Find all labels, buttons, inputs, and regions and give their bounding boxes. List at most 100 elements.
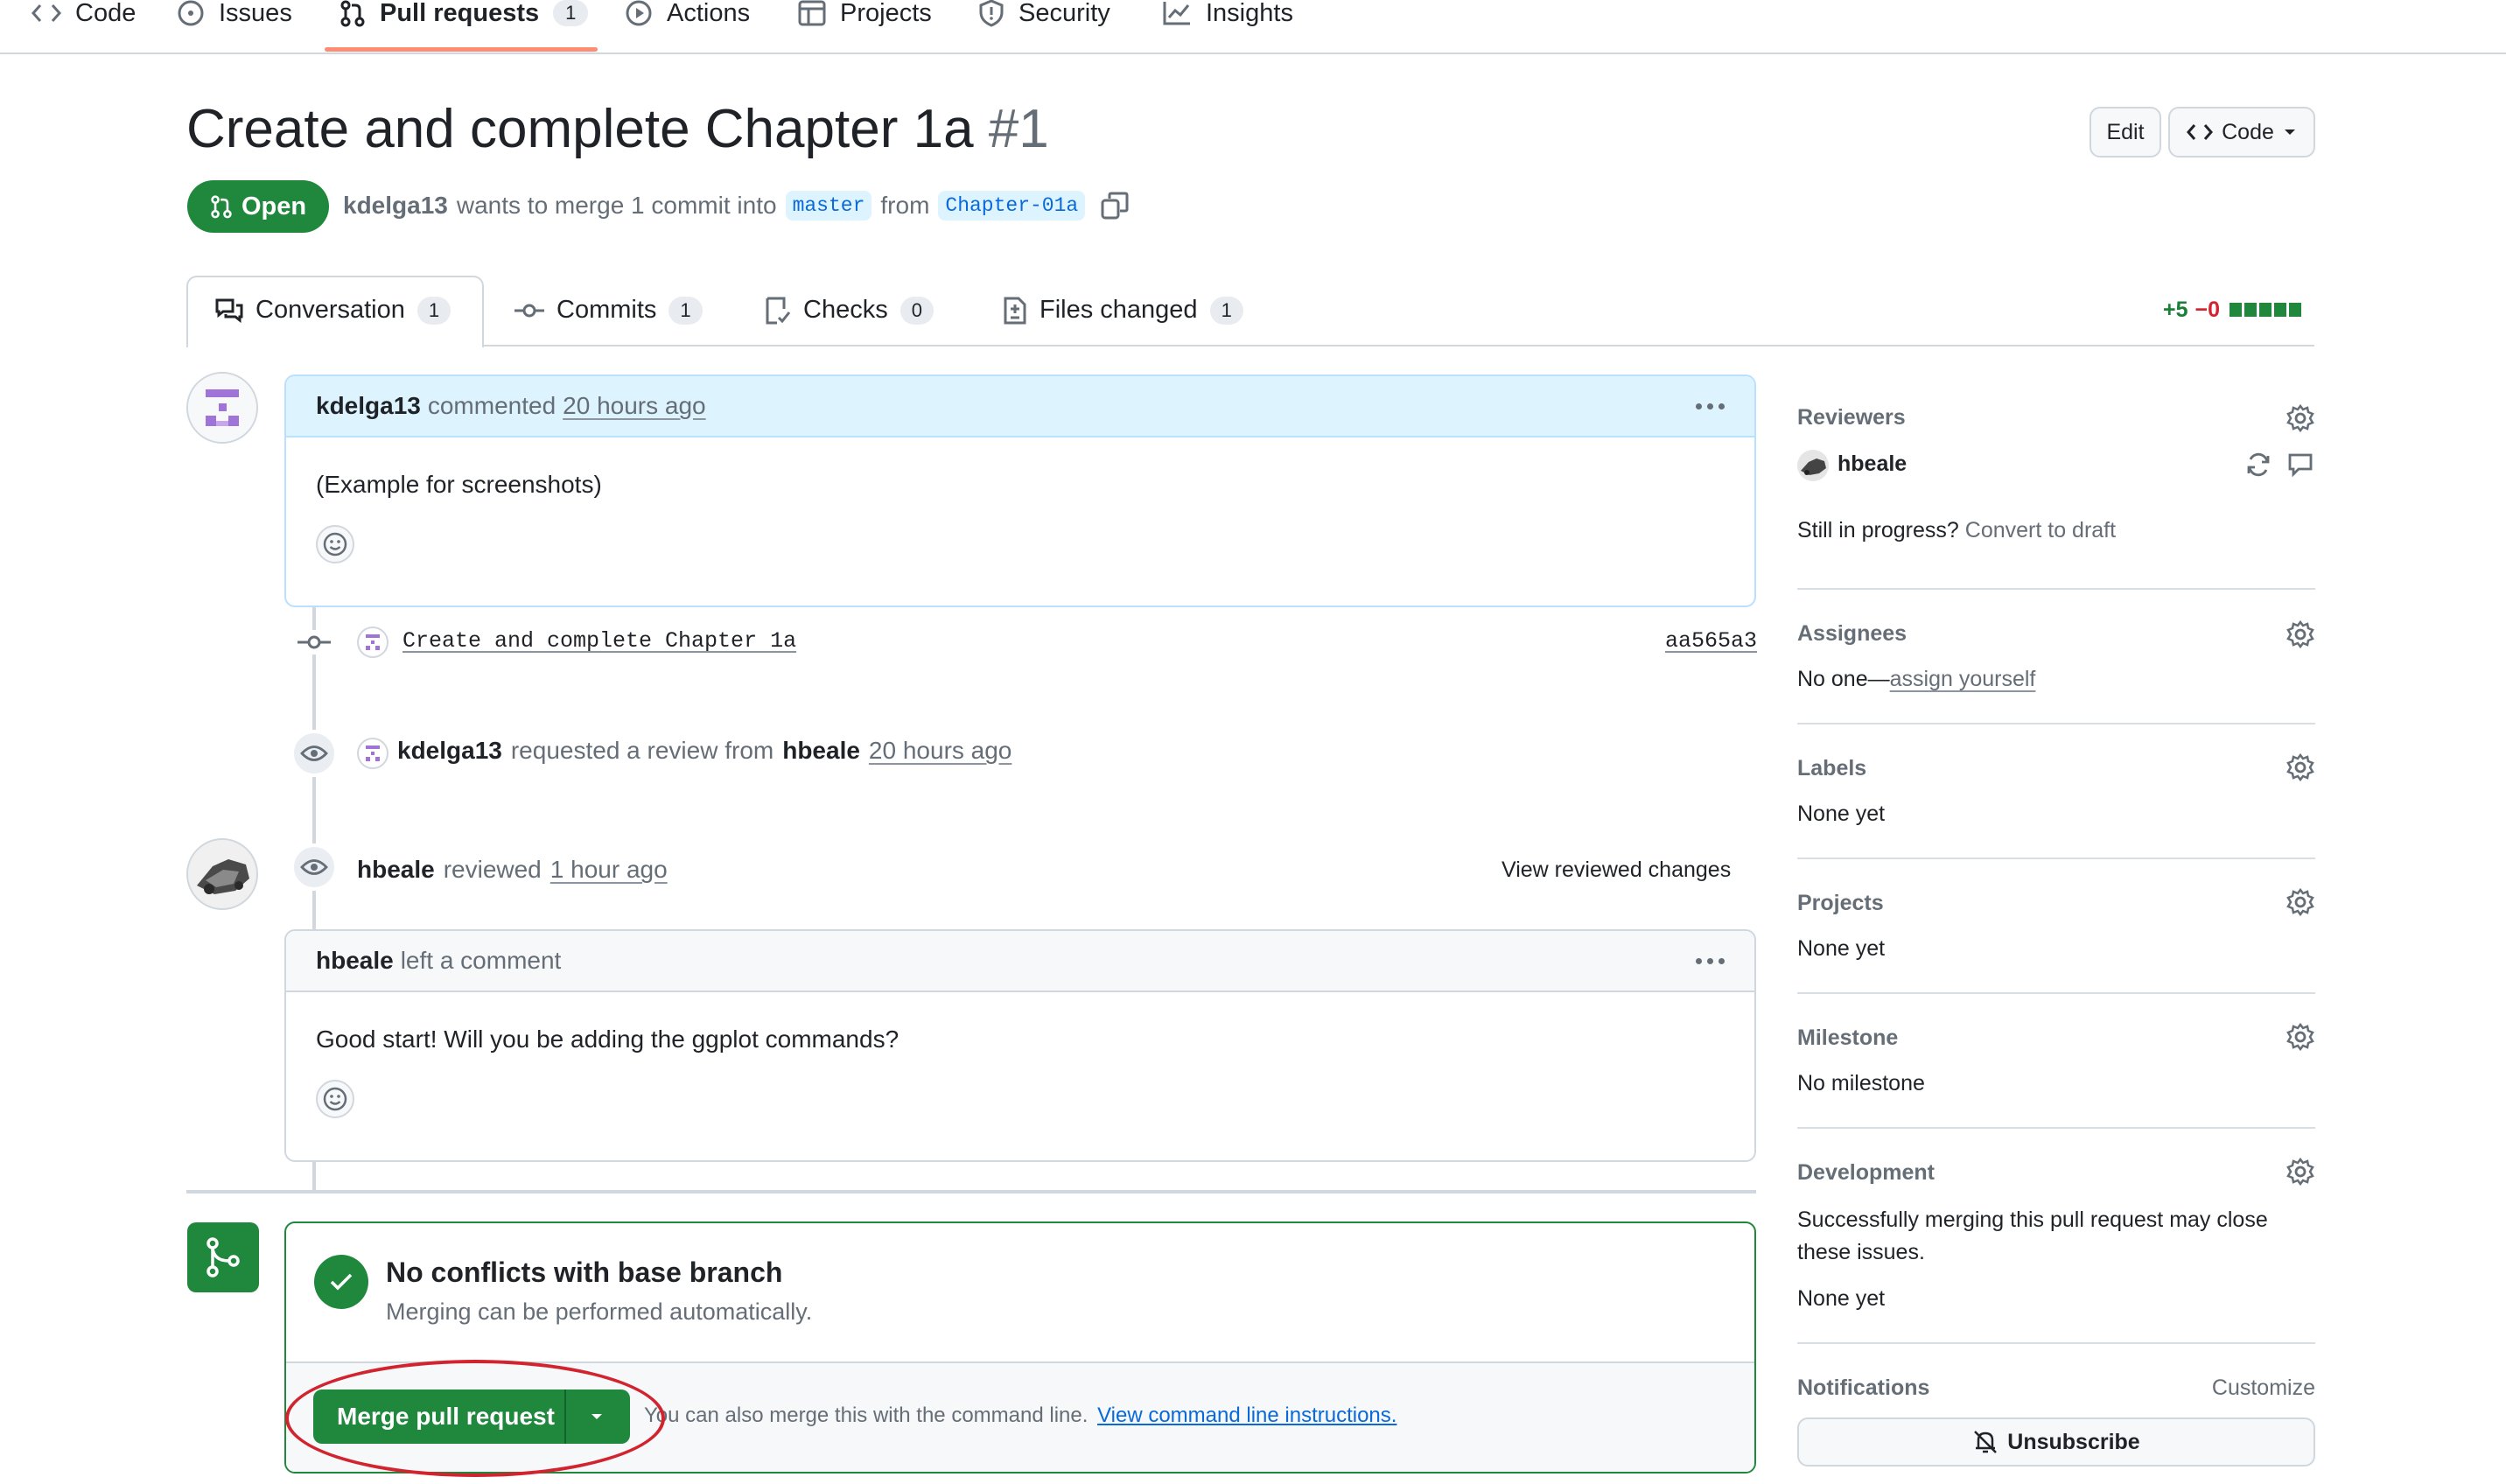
from-text: from — [880, 192, 930, 219]
development-heading[interactable]: Development — [1797, 1160, 1935, 1186]
nav-label: Issues — [219, 0, 292, 27]
review-request-event: kdelga13 requested a review from hbeale … — [397, 737, 1012, 765]
draft-prompt: Still in progress? Convert to draft — [1797, 518, 2116, 543]
code-dropdown-button[interactable]: Code — [2168, 107, 2315, 158]
tab-checks[interactable]: Checks 0 — [765, 296, 934, 325]
pr-number: #1 — [988, 99, 1049, 159]
commit-icon — [514, 302, 544, 319]
avatar[interactable] — [357, 626, 388, 658]
gear-icon[interactable] — [2286, 1022, 2315, 1052]
gear-icon[interactable] — [2286, 620, 2315, 649]
edit-label: Edit — [2106, 119, 2145, 144]
sidebar-divider — [1797, 858, 2315, 859]
issue-icon — [177, 0, 205, 27]
event-author[interactable]: kdelga13 — [397, 737, 502, 765]
add-reaction-button[interactable] — [316, 1080, 354, 1118]
development-text: Successfully merging this pull request m… — [1797, 1208, 2268, 1264]
unsubscribe-button[interactable]: Unsubscribe — [1797, 1418, 2315, 1466]
commit-sha-link[interactable]: aa565a3 — [1665, 628, 1757, 654]
event-text: reviewed — [443, 856, 542, 883]
kebab-icon[interactable] — [1696, 957, 1725, 964]
milestone-value: No milestone — [1797, 1071, 1925, 1096]
check-circle-icon — [314, 1255, 368, 1309]
tab-files-changed[interactable]: Files changed 1 — [1003, 296, 1243, 325]
nav-label: Pull requests — [380, 0, 540, 27]
command-line-instructions-link[interactable]: View command line instructions. — [1097, 1404, 1396, 1427]
smiley-icon — [322, 1086, 348, 1112]
add-reaction-button[interactable] — [316, 525, 354, 564]
pull-request-icon — [340, 0, 366, 27]
merge-status-subtitle: Merging can be performed automatically. — [386, 1298, 813, 1325]
reviewer-avatar[interactable] — [1797, 450, 1829, 481]
kebab-icon[interactable] — [1696, 402, 1725, 410]
event-timestamp[interactable]: 1 hour ago — [550, 856, 668, 884]
tab-commits[interactable]: Commits 1 — [514, 296, 703, 325]
smiley-icon — [322, 531, 348, 557]
event-author[interactable]: hbeale — [357, 856, 435, 884]
merge-status: No conflicts with base branch Merging ca… — [286, 1223, 1754, 1363]
nav-insights[interactable]: Insights — [1162, 0, 1293, 27]
nav-code[interactable]: Code — [32, 0, 136, 27]
reviewers-heading[interactable]: Reviewers — [1797, 405, 1906, 430]
view-reviewed-changes-link[interactable]: View reviewed changes — [1502, 858, 1731, 883]
nav-label: Insights — [1206, 0, 1293, 27]
assignees-text: No one— — [1797, 667, 1890, 691]
event-timestamp[interactable]: 20 hours ago — [869, 737, 1012, 765]
gear-icon[interactable] — [2286, 887, 2315, 917]
comment-icon[interactable] — [2287, 452, 2314, 478]
pr-title: Create and complete Chapter 1a #1 — [186, 98, 1049, 160]
pr-author-link[interactable]: kdelga13 — [343, 192, 448, 220]
avatar[interactable] — [186, 372, 258, 444]
assignees-heading[interactable]: Assignees — [1797, 621, 1907, 647]
review-event: hbeale reviewed 1 hour ago — [357, 856, 668, 884]
copy-icon[interactable] — [1101, 192, 1129, 220]
customize-link[interactable]: Customize — [2212, 1376, 2315, 1401]
comment-author[interactable]: hbeale — [316, 947, 394, 975]
projects-heading[interactable]: Projects — [1797, 891, 1884, 916]
diffstat: +5 −0 — [2163, 298, 2302, 323]
merge-text: wants to merge 1 commit into — [456, 192, 777, 219]
eye-icon — [290, 844, 338, 891]
gear-icon[interactable] — [2286, 752, 2315, 782]
pr-meta: kdelga13 wants to merge 1 commit into ma… — [343, 191, 1129, 220]
nav-pull-requests[interactable]: Pull requests 1 — [340, 0, 589, 27]
comment-author[interactable]: kdelga13 — [316, 392, 421, 420]
development-value: None yet — [1797, 1286, 1886, 1311]
additions-count: +5 — [2163, 298, 2188, 322]
sidebar-divider — [1797, 992, 2315, 994]
nav-label: Security — [1018, 0, 1110, 27]
tab-count: 1 — [416, 296, 452, 325]
tab-label: Conversation — [256, 296, 405, 324]
comment-text: (Example for screenshots) — [316, 471, 602, 498]
comment-action: left a comment — [400, 947, 562, 974]
labels-heading[interactable]: Labels — [1797, 756, 1866, 781]
commit-message-link[interactable]: Create and complete Chapter 1a — [402, 628, 796, 654]
nav-actions[interactable]: Actions — [625, 0, 750, 27]
deletions-count: −0 — [2194, 298, 2221, 322]
assign-yourself-link[interactable]: assign yourself — [1890, 667, 2036, 691]
reviewer-avatar[interactable] — [186, 838, 258, 910]
comment-timestamp[interactable]: 20 hours ago — [563, 392, 705, 420]
code-label: Code — [2222, 119, 2274, 144]
notifications-heading: Notifications — [1797, 1376, 1930, 1400]
gear-icon[interactable] — [2286, 1157, 2315, 1186]
nav-projects[interactable]: Projects — [798, 0, 932, 27]
shield-icon — [978, 0, 1004, 27]
avatar[interactable] — [357, 738, 388, 769]
base-branch[interactable]: master — [785, 191, 872, 220]
assignees-value: No one—assign yourself — [1797, 667, 2035, 692]
nav-label: Projects — [840, 0, 932, 27]
nav-label: Code — [75, 0, 136, 27]
nav-issues[interactable]: Issues — [177, 0, 292, 27]
reviewer-name[interactable]: hbeale — [1838, 452, 1907, 477]
head-branch[interactable]: Chapter-01a — [938, 191, 1086, 220]
sync-icon[interactable] — [2245, 452, 2272, 478]
event-reviewer[interactable]: hbeale — [782, 737, 860, 765]
milestone-heading[interactable]: Milestone — [1797, 1026, 1898, 1051]
tab-conversation[interactable]: Conversation 1 — [215, 296, 452, 325]
gear-icon[interactable] — [2286, 403, 2315, 433]
pr-state-badge: Open — [187, 180, 329, 233]
convert-to-draft-link[interactable]: Convert to draft — [1965, 518, 2116, 542]
nav-security[interactable]: Security — [978, 0, 1110, 27]
edit-button[interactable]: Edit — [2090, 107, 2161, 158]
